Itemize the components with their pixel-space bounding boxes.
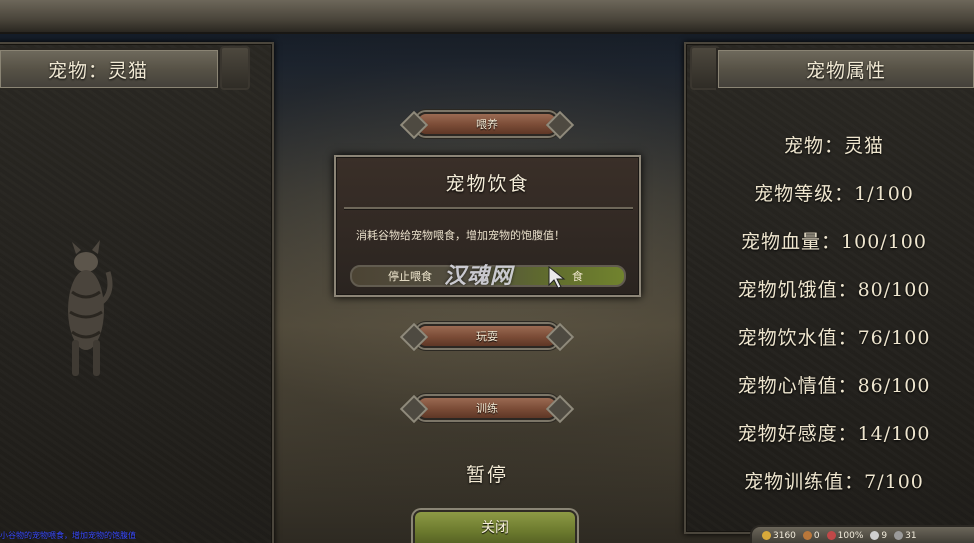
mouse-cursor-icon bbox=[548, 266, 566, 289]
heart-icon bbox=[826, 531, 836, 540]
stat-hunger: 宠物饥饿值：80/100 bbox=[737, 279, 931, 301]
pet-cat-model bbox=[68, 240, 113, 376]
party-status-bar: 3160 0 100% 9 31 bbox=[750, 525, 974, 543]
gold-status: 3160 bbox=[762, 531, 796, 541]
stat-mood: 宠物心情值：86/100 bbox=[737, 375, 931, 397]
troops-icon bbox=[870, 531, 880, 540]
close-button[interactable]: 关闭 bbox=[413, 510, 577, 543]
gold-coin-icon bbox=[762, 531, 771, 540]
feed-food-button[interactable]: 食 bbox=[572, 267, 583, 285]
paused-indicator: 暂停 bbox=[465, 464, 508, 486]
food-icon bbox=[802, 531, 812, 540]
troops-status: 9 bbox=[870, 531, 887, 541]
stat-health: 宠物血量：100/100 bbox=[741, 231, 927, 253]
train-button[interactable]: 训练 bbox=[416, 396, 558, 420]
stat-level: 宠物等级：1/100 bbox=[754, 183, 914, 205]
dialog-title: 宠物饮食 bbox=[445, 172, 530, 195]
stat-affection: 宠物好感度：14/100 bbox=[737, 423, 931, 445]
health-status: 100% bbox=[826, 531, 863, 541]
extra-status: 31 bbox=[894, 531, 917, 541]
message-log-line: 小谷物的宠物喂食，增加宠物的饱腹值 bbox=[0, 531, 136, 540]
stat-thirst: 宠物饮水值：76/100 bbox=[737, 327, 931, 349]
play-button[interactable]: 玩耍 bbox=[416, 324, 558, 348]
top-frame bbox=[0, 0, 974, 34]
header-ornament bbox=[220, 46, 250, 90]
dialog-divider bbox=[344, 207, 633, 209]
stop-feeding-button[interactable]: 停止喂食 bbox=[388, 267, 432, 285]
pet-name-header: 宠物：灵猫 bbox=[0, 48, 220, 90]
extra-icon bbox=[894, 531, 904, 540]
stat-pet-name: 宠物：灵猫 bbox=[783, 135, 884, 157]
feed-button[interactable]: 喂养 bbox=[416, 112, 558, 136]
attributes-header: 宠物属性 bbox=[716, 48, 974, 90]
dialog-description: 消耗谷物给宠物喂食，增加宠物的饱腹值！ bbox=[356, 229, 565, 242]
site-watermark: 汉魂网 bbox=[444, 264, 514, 289]
food-status: 0 bbox=[802, 531, 820, 541]
